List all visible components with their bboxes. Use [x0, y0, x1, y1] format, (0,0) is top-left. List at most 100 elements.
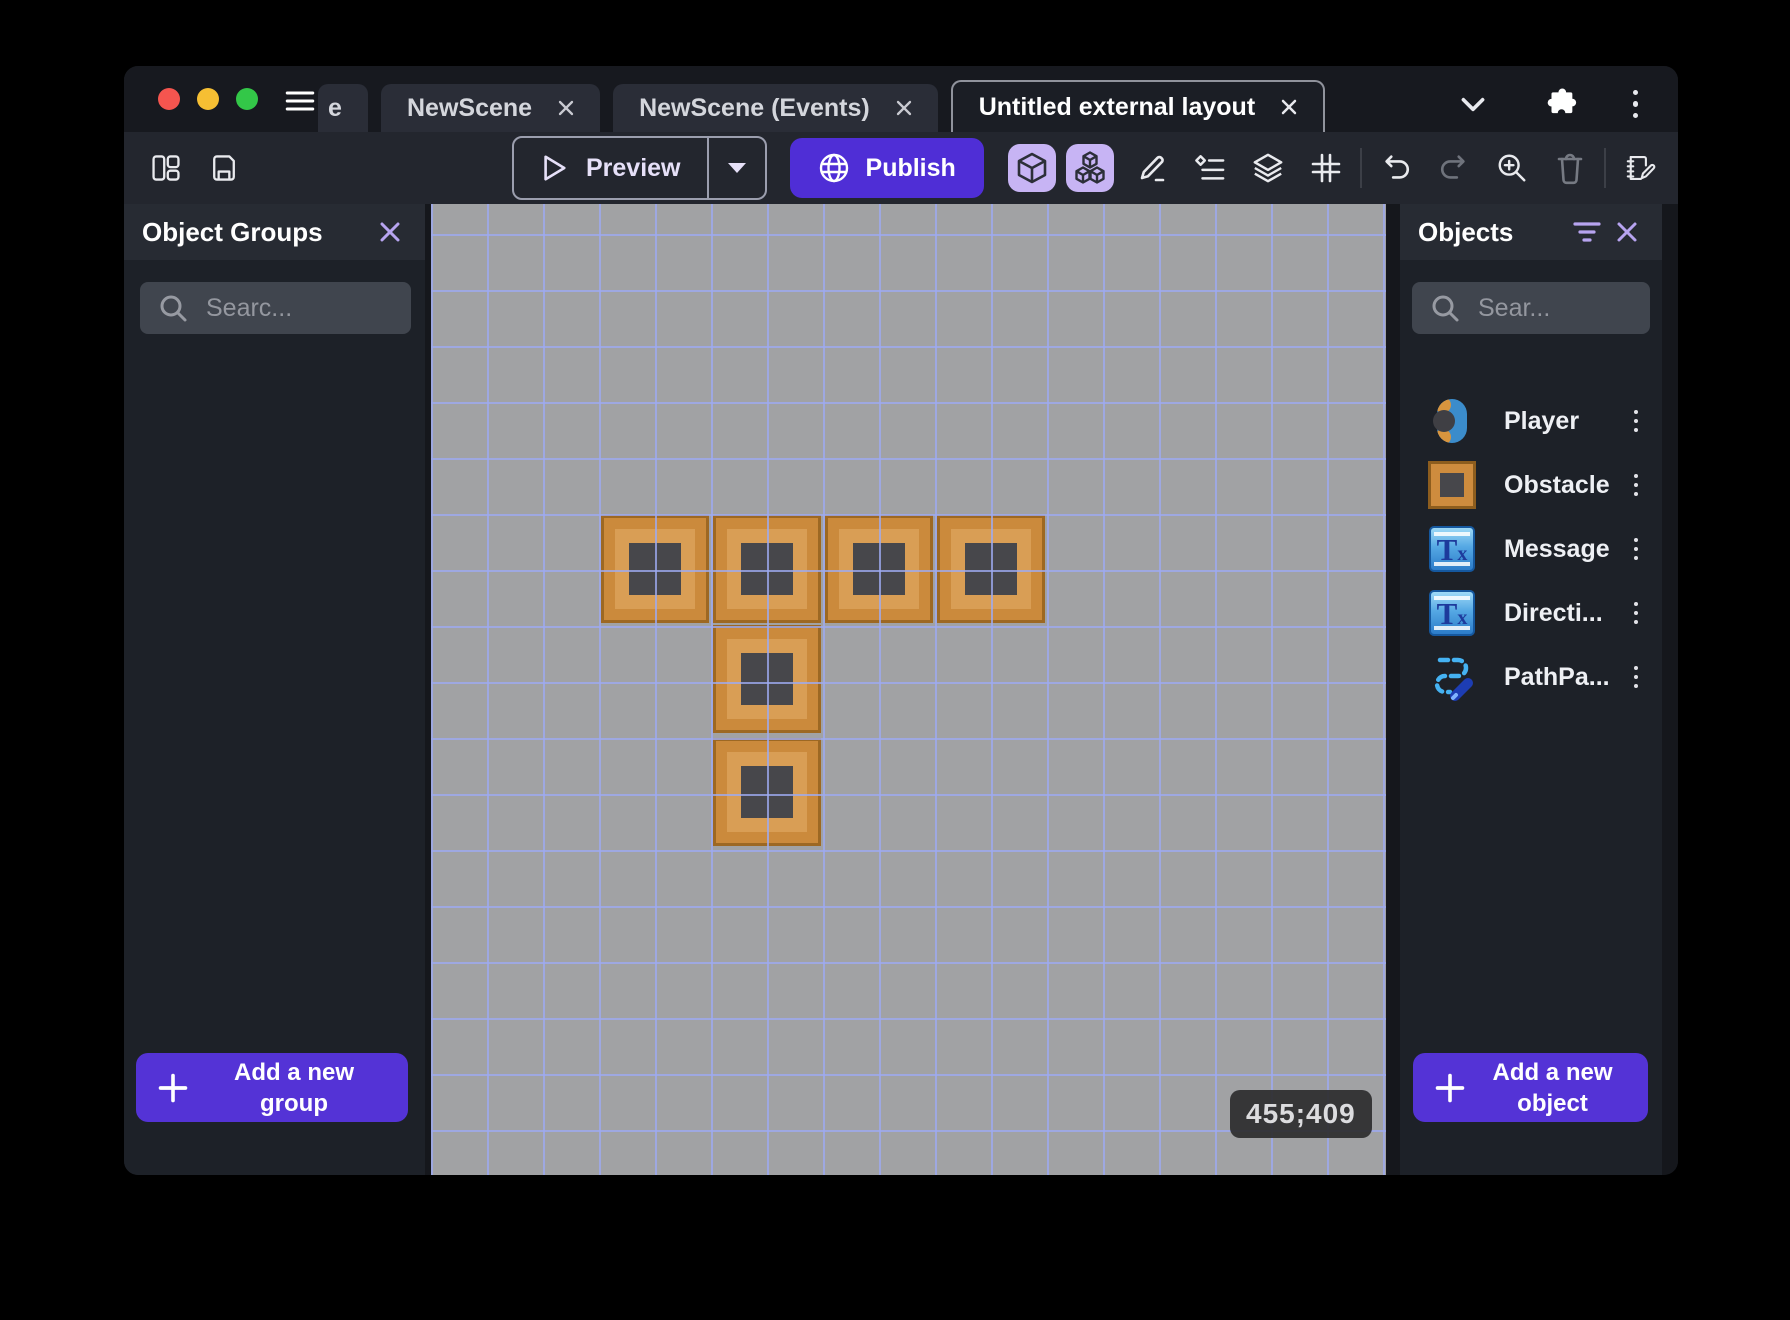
- preview-label: Preview: [586, 153, 681, 182]
- toolbar-divider: [1360, 148, 1362, 188]
- close-object-groups-button[interactable]: [371, 215, 409, 249]
- object-row-directions[interactable]: Directi...: [1400, 581, 1662, 645]
- object-name: Message: [1504, 534, 1610, 563]
- plus-icon: [1433, 1071, 1467, 1105]
- close-tab-icon[interactable]: [552, 94, 580, 122]
- tab-label: NewScene: [407, 93, 533, 122]
- delete-button[interactable]: [1548, 146, 1592, 190]
- add-group-label-line1: Add a new: [233, 1058, 354, 1086]
- object-groups-panel: Object Groups Add a new: [124, 204, 425, 1175]
- redo-icon: [1440, 155, 1465, 179]
- puzzle-icon: [1547, 88, 1576, 114]
- save-button[interactable]: [202, 146, 246, 190]
- close-tab-icon[interactable]: [890, 94, 918, 122]
- objects-search-input[interactable]: [1476, 292, 1636, 324]
- preview-button[interactable]: Preview: [514, 138, 707, 198]
- tab-partial[interactable]: e: [318, 84, 368, 132]
- object-menu-button[interactable]: [1628, 530, 1645, 569]
- zoom-in-button[interactable]: [1490, 146, 1534, 190]
- obstacle-instance[interactable]: [601, 515, 709, 623]
- obstacle-instance[interactable]: [713, 625, 821, 733]
- object-row-player[interactable]: Player: [1400, 389, 1662, 453]
- cubes-stack-icon: [1075, 151, 1105, 184]
- objects-list: Player Obstacle Message: [1400, 389, 1662, 709]
- objects-panel-toggle-button[interactable]: [1065, 144, 1114, 192]
- grid-toggle-button[interactable]: [1304, 146, 1348, 190]
- tab-bar: e NewScene NewScene (Events) Untitled ex…: [124, 66, 1678, 132]
- tab-newscene-events[interactable]: NewScene (Events): [613, 84, 938, 132]
- object-groups-title: Object Groups: [142, 216, 323, 247]
- redo-button[interactable]: [1432, 146, 1476, 190]
- object-name: PathPa...: [1504, 662, 1610, 691]
- cursor-coordinates-badge: 455;409: [1230, 1090, 1372, 1138]
- objects-title: Objects: [1418, 216, 1514, 247]
- window-menu-button[interactable]: [1623, 84, 1649, 125]
- trash-icon: [1557, 153, 1583, 185]
- hamburger-icon: [285, 91, 315, 111]
- tab-untitled-external-layout[interactable]: Untitled external layout: [950, 80, 1326, 132]
- object-menu-button[interactable]: [1628, 658, 1645, 697]
- instances-list-icon: [1194, 155, 1225, 180]
- edit-object-button[interactable]: [1130, 146, 1174, 190]
- publish-button[interactable]: Publish: [789, 138, 984, 198]
- editor-content: Object Groups Add a new: [124, 204, 1678, 1175]
- object-row-message[interactable]: Message: [1400, 517, 1662, 581]
- close-icon: [380, 222, 400, 242]
- object-row-pathpainter[interactable]: PathPa...: [1400, 645, 1662, 709]
- text-object-icon: [1428, 589, 1476, 637]
- layers-icon: [1253, 153, 1283, 183]
- add-group-label-line2: group: [260, 1089, 328, 1117]
- instances-list-button[interactable]: [1188, 146, 1232, 190]
- grid-overlay: [431, 204, 1386, 1175]
- main-menu-button[interactable]: [278, 84, 322, 118]
- text-object-icon: [1428, 525, 1476, 573]
- close-window-button[interactable]: [158, 88, 180, 110]
- preview-options-button[interactable]: [706, 138, 765, 198]
- edit-scene-properties-button[interactable]: [1618, 146, 1662, 190]
- object-menu-button[interactable]: [1628, 594, 1645, 633]
- player-icon: [1428, 397, 1476, 445]
- globe-icon: [819, 153, 848, 183]
- zoom-in-icon: [1498, 154, 1526, 182]
- add-object-label-line2: object: [1517, 1089, 1588, 1117]
- dropdown-arrow-icon: [727, 163, 746, 173]
- obstacle-instance[interactable]: [825, 515, 933, 623]
- undo-icon: [1385, 155, 1410, 179]
- toolbar-right-cluster: [1348, 146, 1662, 190]
- toolbar-divider: [1604, 148, 1606, 188]
- undo-button[interactable]: [1374, 146, 1418, 190]
- toggle-panels-button[interactable]: [144, 146, 188, 190]
- tab-newscene[interactable]: NewScene: [381, 84, 601, 132]
- filter-objects-button[interactable]: [1566, 215, 1608, 249]
- object-menu-button[interactable]: [1628, 402, 1645, 441]
- tab-label: Untitled external layout: [978, 92, 1256, 121]
- object-row-obstacle[interactable]: Obstacle: [1400, 453, 1662, 517]
- add-object-button[interactable]: Add a new object: [1413, 1053, 1648, 1122]
- extensions-button[interactable]: [1535, 80, 1583, 128]
- close-tab-icon[interactable]: [1275, 93, 1303, 121]
- tab-list-dropdown-button[interactable]: [1451, 82, 1495, 126]
- object-groups-searchbox: [140, 282, 411, 334]
- object-menu-button[interactable]: [1628, 466, 1645, 505]
- object-groups-search-input[interactable]: [204, 292, 397, 324]
- search-icon: [1432, 295, 1459, 322]
- tabbar-right-controls: [1451, 80, 1649, 128]
- 3d-view-toggle-button[interactable]: [1007, 144, 1056, 192]
- scene-canvas[interactable]: 455;409: [431, 204, 1386, 1175]
- publish-label: Publish: [865, 153, 956, 182]
- minimize-window-button[interactable]: [197, 88, 219, 110]
- tab-strip: e NewScene NewScene (Events) Untitled ex…: [318, 66, 1326, 132]
- save-icon: [213, 155, 235, 181]
- obstacle-instance[interactable]: [713, 515, 821, 623]
- objects-header: Objects: [1400, 204, 1662, 260]
- layers-panel-button[interactable]: [1246, 146, 1290, 190]
- add-group-button[interactable]: Add a new group: [136, 1053, 408, 1122]
- play-icon: [544, 155, 566, 181]
- close-objects-button[interactable]: [1608, 215, 1646, 249]
- obstacle-instance[interactable]: [937, 515, 1045, 623]
- traffic-lights: [158, 88, 258, 110]
- grid-icon: [1311, 153, 1341, 183]
- gdevelop-window: e NewScene NewScene (Events) Untitled ex…: [124, 66, 1678, 1175]
- maximize-window-button[interactable]: [236, 88, 258, 110]
- obstacle-instance[interactable]: [713, 738, 821, 846]
